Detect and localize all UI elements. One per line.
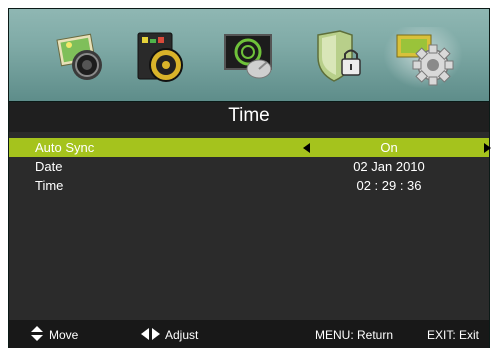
left-right-arrow-icon bbox=[141, 328, 160, 340]
setup-icon[interactable] bbox=[383, 27, 463, 89]
menu-title-bar: Time bbox=[8, 102, 490, 132]
menu-row-label: Date bbox=[35, 159, 63, 174]
hint-return-label: MENU: Return bbox=[315, 328, 394, 342]
hint-exit: EXIT: Exit bbox=[427, 328, 479, 342]
up-down-arrow-icon bbox=[31, 326, 43, 341]
page-title: Time bbox=[228, 105, 270, 126]
menu-icon-bar bbox=[8, 8, 490, 102]
menu-row-time[interactable]: Time 02 : 29 : 36 bbox=[9, 176, 489, 195]
hint-adjust-label: Adjust bbox=[165, 328, 199, 342]
hint-move-label: Move bbox=[49, 328, 79, 342]
menu-row-auto-sync[interactable]: Auto Sync On bbox=[9, 138, 491, 157]
picture-icon[interactable] bbox=[53, 29, 109, 85]
menu-row-label: Auto Sync bbox=[35, 140, 95, 155]
menu-row-value: On bbox=[380, 140, 398, 155]
channel-icon[interactable] bbox=[221, 29, 277, 85]
menu-row-value: 02 : 29 : 36 bbox=[356, 178, 422, 193]
osd-menu: Time Auto Sync On Date 02 Jan 2010 Time … bbox=[0, 0, 498, 348]
menu-row-label: Time bbox=[35, 178, 64, 193]
footer-hints: Move Adjust MENU: Return EXIT: Exit bbox=[8, 320, 490, 348]
arrow-right-icon[interactable] bbox=[484, 143, 491, 153]
hint-exit-label: EXIT: Exit bbox=[427, 328, 480, 342]
lock-icon[interactable] bbox=[312, 29, 368, 85]
menu-row-date[interactable]: Date 02 Jan 2010 bbox=[9, 157, 489, 176]
menu-row-value: 02 Jan 2010 bbox=[353, 159, 425, 174]
hint-return: MENU: Return bbox=[315, 328, 393, 342]
menu-content: Auto Sync On Date 02 Jan 2010 Time 02 : … bbox=[8, 132, 491, 320]
sound-icon[interactable] bbox=[132, 29, 188, 85]
